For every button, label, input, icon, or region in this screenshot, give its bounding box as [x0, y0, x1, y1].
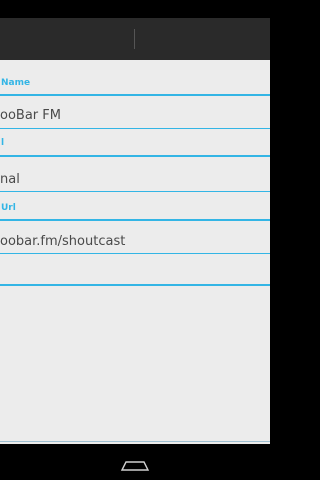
action-bar	[0, 18, 270, 60]
home-icon[interactable]	[120, 457, 150, 471]
url-field[interactable]: nal	[0, 172, 20, 187]
url-field-underline	[0, 191, 270, 192]
empty-field-underline[interactable]	[0, 284, 270, 286]
section-divider	[0, 94, 270, 96]
form-content: Name ooBar FM l nal Url oobar.fm/shoutca…	[0, 60, 270, 444]
stream-url-field-underline	[0, 253, 270, 254]
section-divider	[0, 155, 270, 157]
section-label-url: l	[1, 138, 5, 148]
name-field-underline	[0, 128, 270, 129]
name-field[interactable]: ooBar FM	[0, 108, 61, 123]
section-label-name: Name	[1, 78, 31, 88]
section-label-stream-url: Url	[1, 203, 16, 213]
content-bottom-edge	[0, 441, 270, 442]
action-bar-divider	[134, 29, 135, 49]
stream-url-field[interactable]: oobar.fm/shoutcast	[0, 234, 125, 249]
status-bar	[0, 0, 270, 18]
section-divider	[0, 219, 270, 221]
